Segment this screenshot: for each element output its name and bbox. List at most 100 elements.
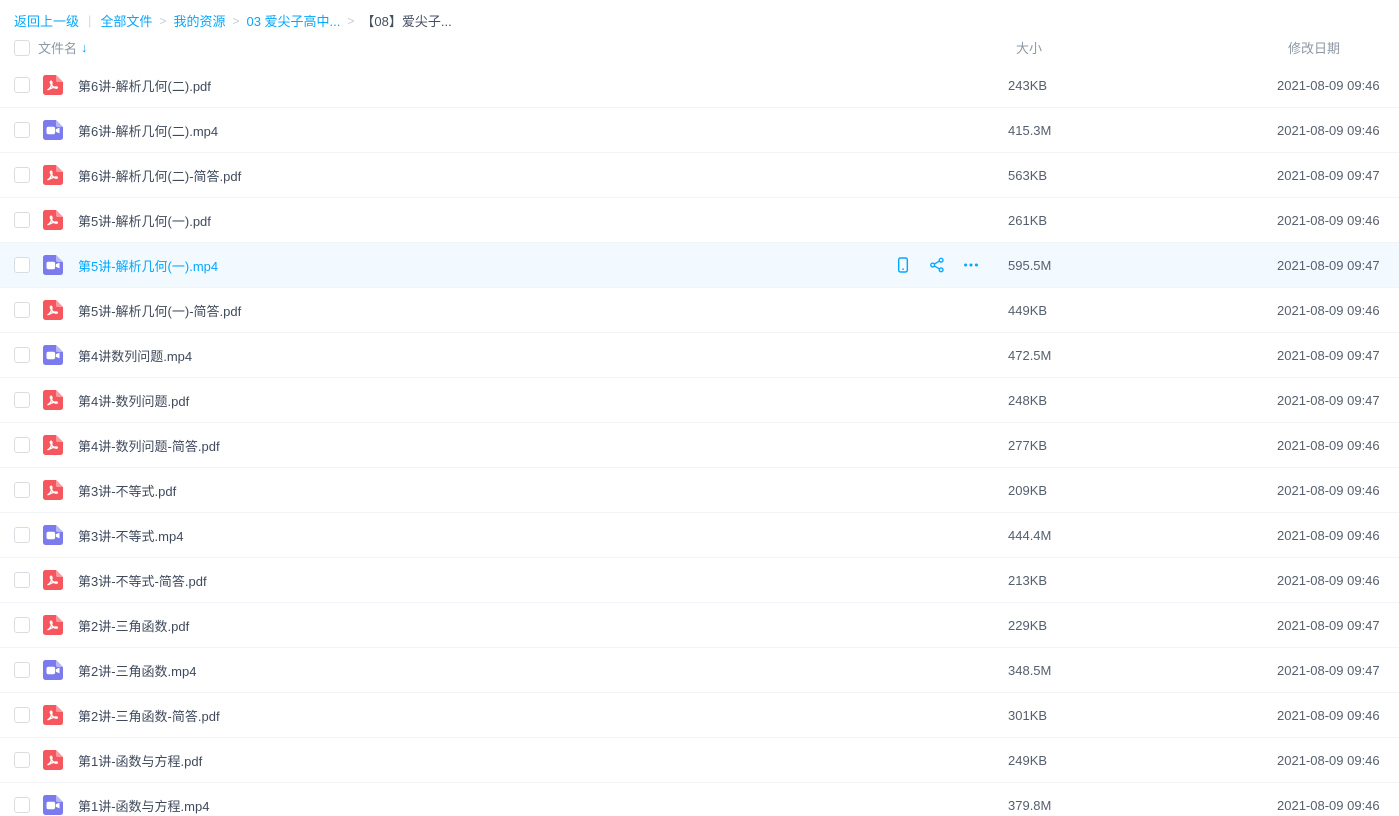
- file-name-link[interactable]: 第6讲-解析几何(二).pdf: [78, 76, 211, 95]
- row-checkbox[interactable]: [14, 437, 30, 453]
- pdf-file-icon: [42, 164, 64, 186]
- pdf-file-icon: [42, 749, 64, 771]
- file-list-header: 文件名 ↓ 大小 修改日期: [0, 32, 1399, 63]
- row-checkbox[interactable]: [14, 572, 30, 588]
- file-size: 213KB: [1008, 573, 1047, 588]
- file-row[interactable]: 第3讲-不等式-简答.pdf 213KB 2021-08-09 09:46: [0, 558, 1399, 603]
- file-name-link[interactable]: 第1讲-函数与方程.mp4: [78, 796, 209, 815]
- file-name-link[interactable]: 第2讲-三角函数-简答.pdf: [78, 706, 220, 725]
- file-name-link[interactable]: 第4讲-数列问题.pdf: [78, 391, 189, 410]
- file-name-link[interactable]: 第3讲-不等式-简答.pdf: [78, 571, 207, 590]
- row-hover-actions: [893, 255, 981, 275]
- breadcrumb-item[interactable]: 全部文件: [100, 11, 152, 30]
- file-row[interactable]: 第4讲-数列问题-简答.pdf 277KB 2021-08-09 09:46: [0, 423, 1399, 468]
- file-size: 301KB: [1008, 708, 1047, 723]
- breadcrumb-item: 【08】爱尖子...: [361, 11, 451, 30]
- file-row[interactable]: 第2讲-三角函数.pdf 229KB 2021-08-09 09:47: [0, 603, 1399, 648]
- row-checkbox[interactable]: [14, 617, 30, 633]
- file-row[interactable]: 第5讲-解析几何(一).pdf 261KB 2021-08-09 09:46: [0, 198, 1399, 243]
- file-row[interactable]: 第2讲-三角函数-简答.pdf 301KB 2021-08-09 09:46: [0, 693, 1399, 738]
- file-name-link[interactable]: 第3讲-不等式.pdf: [78, 481, 176, 500]
- file-modified-date: 2021-08-09 09:47: [1277, 663, 1380, 678]
- pdf-file-icon: [42, 74, 64, 96]
- mp4-file-icon: [42, 344, 64, 366]
- pdf-file-icon: [42, 389, 64, 411]
- file-size: 595.5M: [1008, 258, 1051, 273]
- row-checkbox[interactable]: [14, 707, 30, 723]
- file-name-link[interactable]: 第5讲-解析几何(一)-简答.pdf: [78, 301, 241, 320]
- file-name-link[interactable]: 第5讲-解析几何(一).pdf: [78, 211, 211, 230]
- file-size: 563KB: [1008, 168, 1047, 183]
- more-icon[interactable]: [961, 255, 981, 275]
- file-size: 209KB: [1008, 483, 1047, 498]
- file-row[interactable]: 第6讲-解析几何(二).pdf 243KB 2021-08-09 09:46: [0, 63, 1399, 108]
- breadcrumb-separator-icon: >: [347, 14, 354, 28]
- file-name-link[interactable]: 第2讲-三角函数.pdf: [78, 616, 189, 635]
- file-row[interactable]: 第6讲-解析几何(二)-简答.pdf 563KB 2021-08-09 09:4…: [0, 153, 1399, 198]
- file-name-link[interactable]: 第4讲数列问题.mp4: [78, 346, 192, 365]
- file-row[interactable]: 第4讲-数列问题.pdf 248KB 2021-08-09 09:47: [0, 378, 1399, 423]
- row-checkbox[interactable]: [14, 347, 30, 363]
- file-size: 415.3M: [1008, 123, 1051, 138]
- file-size: 277KB: [1008, 438, 1047, 453]
- file-name-link[interactable]: 第1讲-函数与方程.pdf: [78, 751, 202, 770]
- file-name-link[interactable]: 第4讲-数列问题-简答.pdf: [78, 436, 220, 455]
- share-icon[interactable]: [927, 255, 947, 275]
- pdf-file-icon: [42, 434, 64, 456]
- file-row[interactable]: 第5讲-解析几何(一)-简答.pdf 449KB 2021-08-09 09:4…: [0, 288, 1399, 333]
- file-modified-date: 2021-08-09 09:46: [1277, 123, 1380, 138]
- pdf-file-icon: [42, 299, 64, 321]
- row-checkbox[interactable]: [14, 482, 30, 498]
- file-manager-page: 返回上一级 | 全部文件>我的资源>03 爱尖子高中...>【08】爱尖子...…: [0, 0, 1399, 816]
- file-name-link[interactable]: 第6讲-解析几何(二)-简答.pdf: [78, 166, 241, 185]
- row-checkbox[interactable]: [14, 122, 30, 138]
- file-row[interactable]: 第6讲-解析几何(二).mp4 415.3M 2021-08-09 09:46: [0, 108, 1399, 153]
- file-name-link[interactable]: 第6讲-解析几何(二).mp4: [78, 121, 218, 140]
- save-to-phone-icon[interactable]: [893, 255, 913, 275]
- pdf-file-icon: [42, 479, 64, 501]
- file-row[interactable]: 第5讲-解析几何(一).mp4 595.5M 2021-08-09 09:47: [0, 243, 1399, 288]
- file-name-link[interactable]: 第2讲-三角函数.mp4: [78, 661, 196, 680]
- row-checkbox[interactable]: [14, 257, 30, 273]
- row-checkbox[interactable]: [14, 212, 30, 228]
- file-row[interactable]: 第1讲-函数与方程.pdf 249KB 2021-08-09 09:46: [0, 738, 1399, 783]
- file-size: 472.5M: [1008, 348, 1051, 363]
- file-modified-date: 2021-08-09 09:47: [1277, 618, 1380, 633]
- row-checkbox[interactable]: [14, 302, 30, 318]
- breadcrumb-item[interactable]: 我的资源: [173, 11, 225, 30]
- file-name-link[interactable]: 第5讲-解析几何(一).mp4: [78, 256, 218, 275]
- mp4-file-icon: [42, 794, 64, 816]
- pdf-file-icon: [42, 704, 64, 726]
- breadcrumb: 返回上一级 | 全部文件>我的资源>03 爱尖子高中...>【08】爱尖子...: [0, 0, 1399, 32]
- file-row[interactable]: 第3讲-不等式.pdf 209KB 2021-08-09 09:46: [0, 468, 1399, 513]
- file-size: 249KB: [1008, 753, 1047, 768]
- file-modified-date: 2021-08-09 09:46: [1277, 438, 1380, 453]
- file-size: 229KB: [1008, 618, 1047, 633]
- file-modified-date: 2021-08-09 09:46: [1277, 303, 1380, 318]
- row-checkbox[interactable]: [14, 527, 30, 543]
- mp4-file-icon: [42, 119, 64, 141]
- row-checkbox[interactable]: [14, 797, 30, 813]
- mp4-file-icon: [42, 659, 64, 681]
- breadcrumb-items: 全部文件>我的资源>03 爱尖子高中...>【08】爱尖子...: [100, 11, 451, 30]
- file-size: 243KB: [1008, 78, 1047, 93]
- file-row[interactable]: 第1讲-函数与方程.mp4 379.8M 2021-08-09 09:46: [0, 783, 1399, 816]
- column-header-date: 修改日期: [1288, 38, 1340, 57]
- pdf-file-icon: [42, 569, 64, 591]
- select-all-checkbox[interactable]: [14, 40, 30, 56]
- file-row[interactable]: 第3讲-不等式.mp4 444.4M 2021-08-09 09:46: [0, 513, 1399, 558]
- file-row[interactable]: 第4讲数列问题.mp4 472.5M 2021-08-09 09:47: [0, 333, 1399, 378]
- file-list: 第6讲-解析几何(二).pdf 243KB 2021-08-09 09:46 第…: [0, 63, 1399, 816]
- breadcrumb-back-link[interactable]: 返回上一级: [14, 11, 79, 30]
- row-checkbox[interactable]: [14, 662, 30, 678]
- row-checkbox[interactable]: [14, 752, 30, 768]
- breadcrumb-item[interactable]: 03 爱尖子高中...: [246, 11, 340, 30]
- row-checkbox[interactable]: [14, 392, 30, 408]
- file-modified-date: 2021-08-09 09:47: [1277, 258, 1380, 273]
- column-header-filename[interactable]: 文件名: [38, 38, 77, 57]
- row-checkbox[interactable]: [14, 167, 30, 183]
- file-row[interactable]: 第2讲-三角函数.mp4 348.5M 2021-08-09 09:47: [0, 648, 1399, 693]
- row-checkbox[interactable]: [14, 77, 30, 93]
- sort-descending-icon[interactable]: ↓: [81, 40, 88, 55]
- file-name-link[interactable]: 第3讲-不等式.mp4: [78, 526, 183, 545]
